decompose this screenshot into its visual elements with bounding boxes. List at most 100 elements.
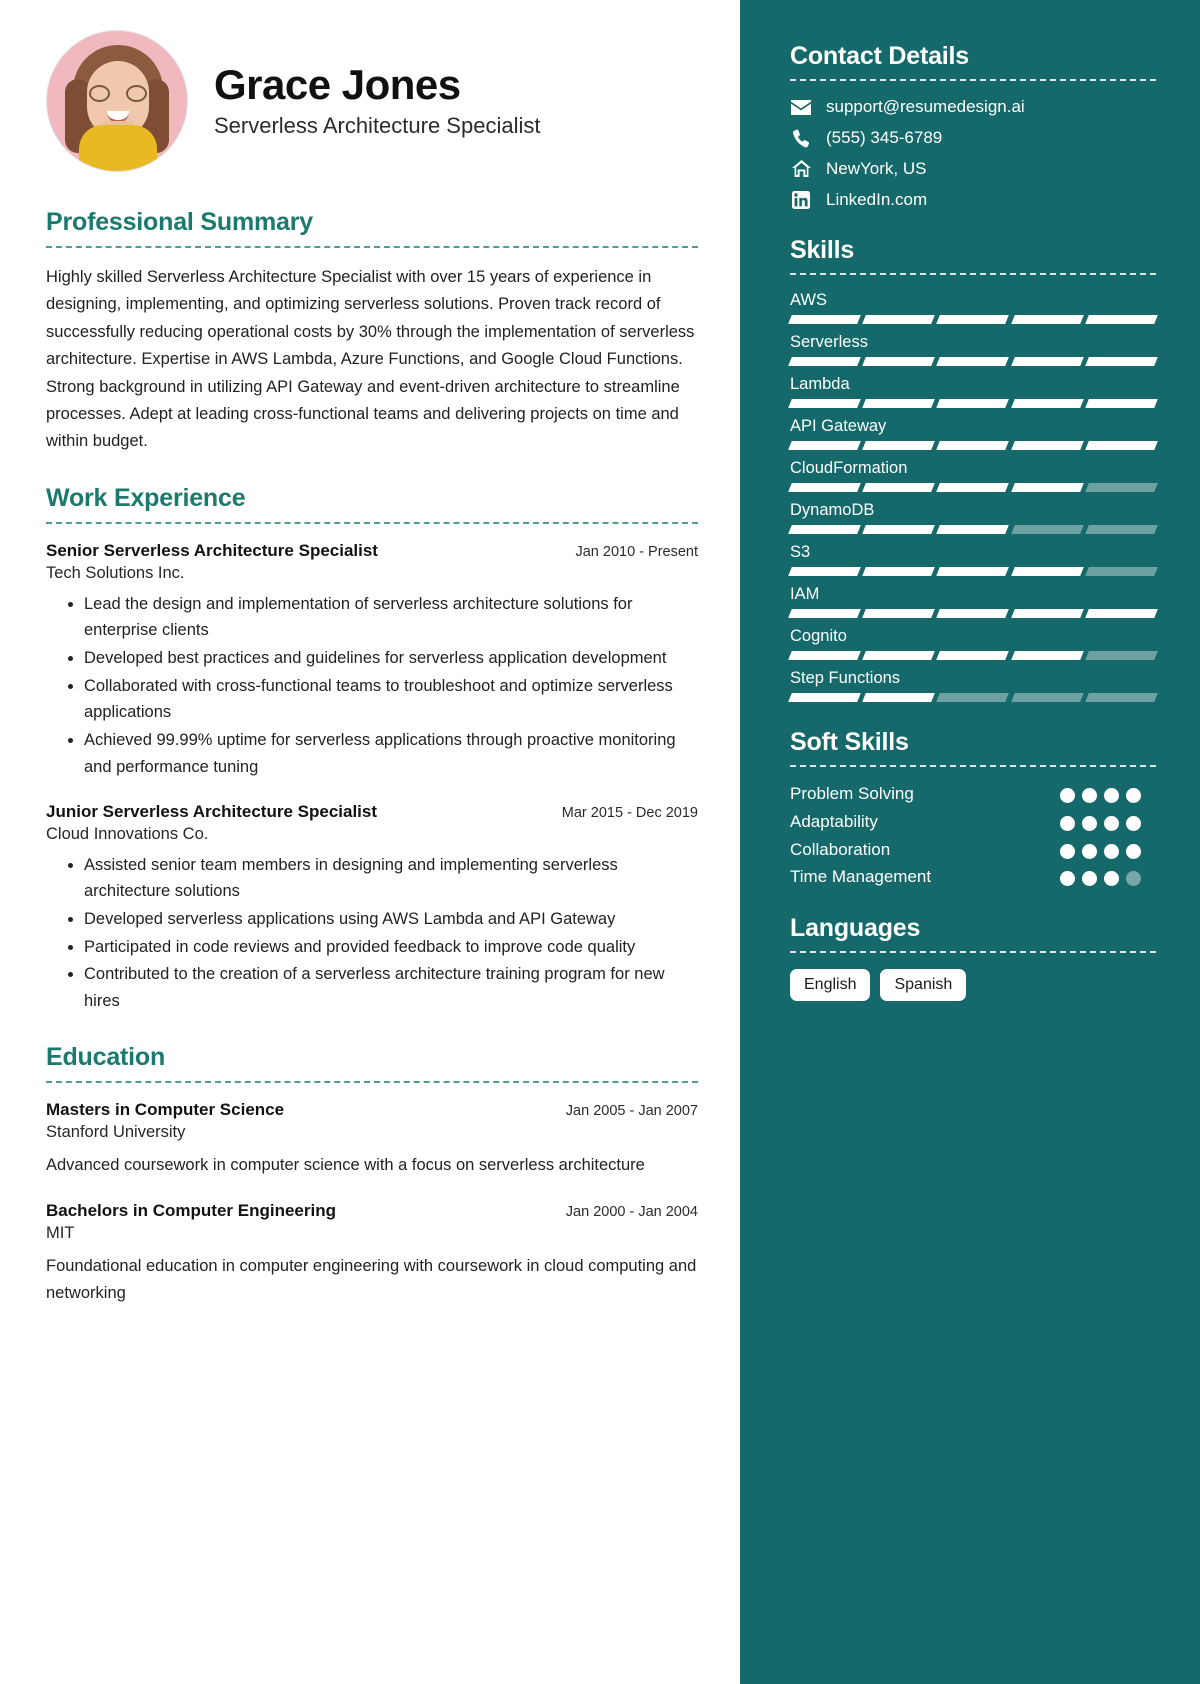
language-pill[interactable]: Spanish [880, 969, 967, 1001]
work-entry-list: Senior Serverless Architecture Specialis… [46, 540, 698, 1015]
skill-level-segment [1084, 441, 1158, 450]
education-entry: Bachelors in Computer Engineering Jan 200… [46, 1200, 698, 1306]
skill-level-segment [936, 567, 1010, 576]
rating-dot [1082, 871, 1097, 887]
soft-skill-name: Adaptability [790, 811, 878, 831]
skill-level-segment [788, 651, 862, 660]
soft-skill-rating [1060, 839, 1156, 859]
contact-value: LinkedIn.com [826, 190, 928, 209]
skill-level-segment [788, 483, 862, 492]
skill-level-segment [1084, 693, 1158, 702]
rating-dot [1082, 815, 1097, 831]
skill-level-segment [936, 441, 1010, 450]
skill-level-segment [1084, 567, 1158, 576]
sidebar-section-soft-skills: Soft Skills Problem Solving Adaptability C… [790, 728, 1156, 888]
soft-skill-rating [1060, 866, 1156, 887]
list-item: Assisted senior team members in designin… [84, 852, 698, 905]
skill-level-segment [1010, 651, 1084, 660]
skill-name: Cognito [790, 627, 847, 645]
skill-level-segment [862, 441, 936, 450]
education-entry-header: Bachelors in Computer Engineering Jan 200… [46, 1200, 698, 1223]
contact-row[interactable]: support@resumedesign.ai [790, 97, 1156, 117]
soft-skill-name: Time Management [790, 867, 932, 887]
skill-level-segment [1084, 357, 1158, 366]
skill-level-segment [862, 693, 936, 702]
skill-level-segment [862, 483, 936, 492]
skill-level-segment [862, 357, 936, 366]
section-work-experience: Work Experience Senior Serverless Archit… [46, 484, 698, 1015]
skill-level-segment [1010, 441, 1084, 450]
skill-level-segment [1010, 609, 1084, 618]
soft-skill-row: Time Management [790, 866, 1156, 888]
main-content-column: Grace Jones Serverless Architecture Spec… [0, 0, 740, 1684]
work-entry-bullets: Assisted senior team members in designin… [46, 852, 698, 1015]
list-item: Participated in code reviews and provide… [84, 934, 698, 961]
soft-skill-rating [1060, 783, 1156, 803]
skill-item: Serverless [788, 333, 1158, 366]
contact-row[interactable]: NewYork, US [790, 159, 1156, 179]
skill-level-bar [788, 399, 1158, 408]
contact-value: NewYork, US [826, 159, 927, 178]
work-entry-header: Junior Serverless Architecture Specialis… [46, 801, 698, 824]
skill-level-segment [788, 315, 862, 324]
contact-row[interactable]: (555) 345-6789 [790, 128, 1156, 148]
work-entry-role: Junior Serverless Architecture Specialis… [46, 801, 378, 821]
skills-list: AWS Serverless Lambda API Gateway CloudForma… [788, 291, 1158, 702]
skill-item: Cognito [788, 627, 1158, 660]
contact-row[interactable]: LinkedIn.com [790, 190, 1156, 210]
linkedin-icon [790, 190, 812, 210]
skill-level-segment [862, 525, 936, 534]
rating-dot [1126, 815, 1141, 831]
skill-item: S3 [788, 543, 1158, 576]
skill-level-segment [1010, 567, 1084, 576]
skill-level-bar [788, 609, 1158, 618]
skill-level-bar [788, 651, 1158, 660]
list-item: Developed best practices and guidelines … [84, 645, 698, 672]
skill-level-segment [936, 483, 1010, 492]
skill-level-segment [1084, 651, 1158, 660]
skill-level-segment [1010, 483, 1084, 492]
skill-level-segment [936, 315, 1010, 324]
rating-dot [1082, 843, 1097, 859]
phone-icon [790, 128, 812, 148]
sidebar-heading: Soft Skills [790, 728, 909, 756]
skill-level-segment [936, 525, 1010, 534]
soft-skill-name: Collaboration [790, 839, 891, 859]
skill-name: Serverless [790, 333, 868, 351]
list-item: Developed serverless applications using … [84, 906, 698, 933]
sidebar-section-contact: Contact Details support@resumedesign.ai (… [790, 42, 1156, 210]
skill-level-segment [788, 399, 862, 408]
rating-dot [1082, 788, 1097, 803]
contact-list: support@resumedesign.ai (555) 345-6789 New… [790, 97, 1156, 210]
section-divider [46, 521, 698, 524]
sidebar-heading: Skills [790, 236, 855, 264]
skill-level-bar [788, 693, 1158, 702]
skill-level-segment [1010, 315, 1084, 324]
skill-level-segment [1084, 483, 1158, 492]
rating-dot [1104, 843, 1119, 859]
skill-item: DynamoDB [788, 501, 1158, 534]
skill-item: AWS [788, 291, 1158, 324]
section-divider [46, 1080, 698, 1083]
sidebar-section-languages: Languages English Spanish [790, 914, 1156, 1001]
section-heading: Professional Summary [46, 208, 313, 236]
skill-level-bar [788, 567, 1158, 576]
skill-level-segment [936, 651, 1010, 660]
skill-level-segment [788, 357, 862, 366]
language-pill[interactable]: English [790, 969, 871, 1001]
skill-level-segment [1084, 525, 1158, 534]
skill-level-segment [1010, 357, 1084, 366]
skill-level-segment [862, 315, 936, 324]
skill-name: CloudFormation [790, 459, 908, 477]
section-education: Education Masters in Computer Science Jan… [46, 1043, 698, 1306]
language-list: English Spanish [790, 969, 1156, 1001]
rating-dot [1060, 871, 1075, 887]
contact-value: (555) 345-6789 [826, 128, 943, 147]
education-entry: Masters in Computer Science Jan 2005 - Ja… [46, 1099, 698, 1178]
rating-dot [1104, 871, 1119, 887]
work-entry-company: Tech Solutions Inc. [46, 563, 185, 582]
skill-level-segment [936, 357, 1010, 366]
soft-skill-row: Adaptability [790, 811, 1156, 833]
skill-name: IAM [790, 585, 820, 603]
skill-item: CloudFormation [788, 459, 1158, 492]
